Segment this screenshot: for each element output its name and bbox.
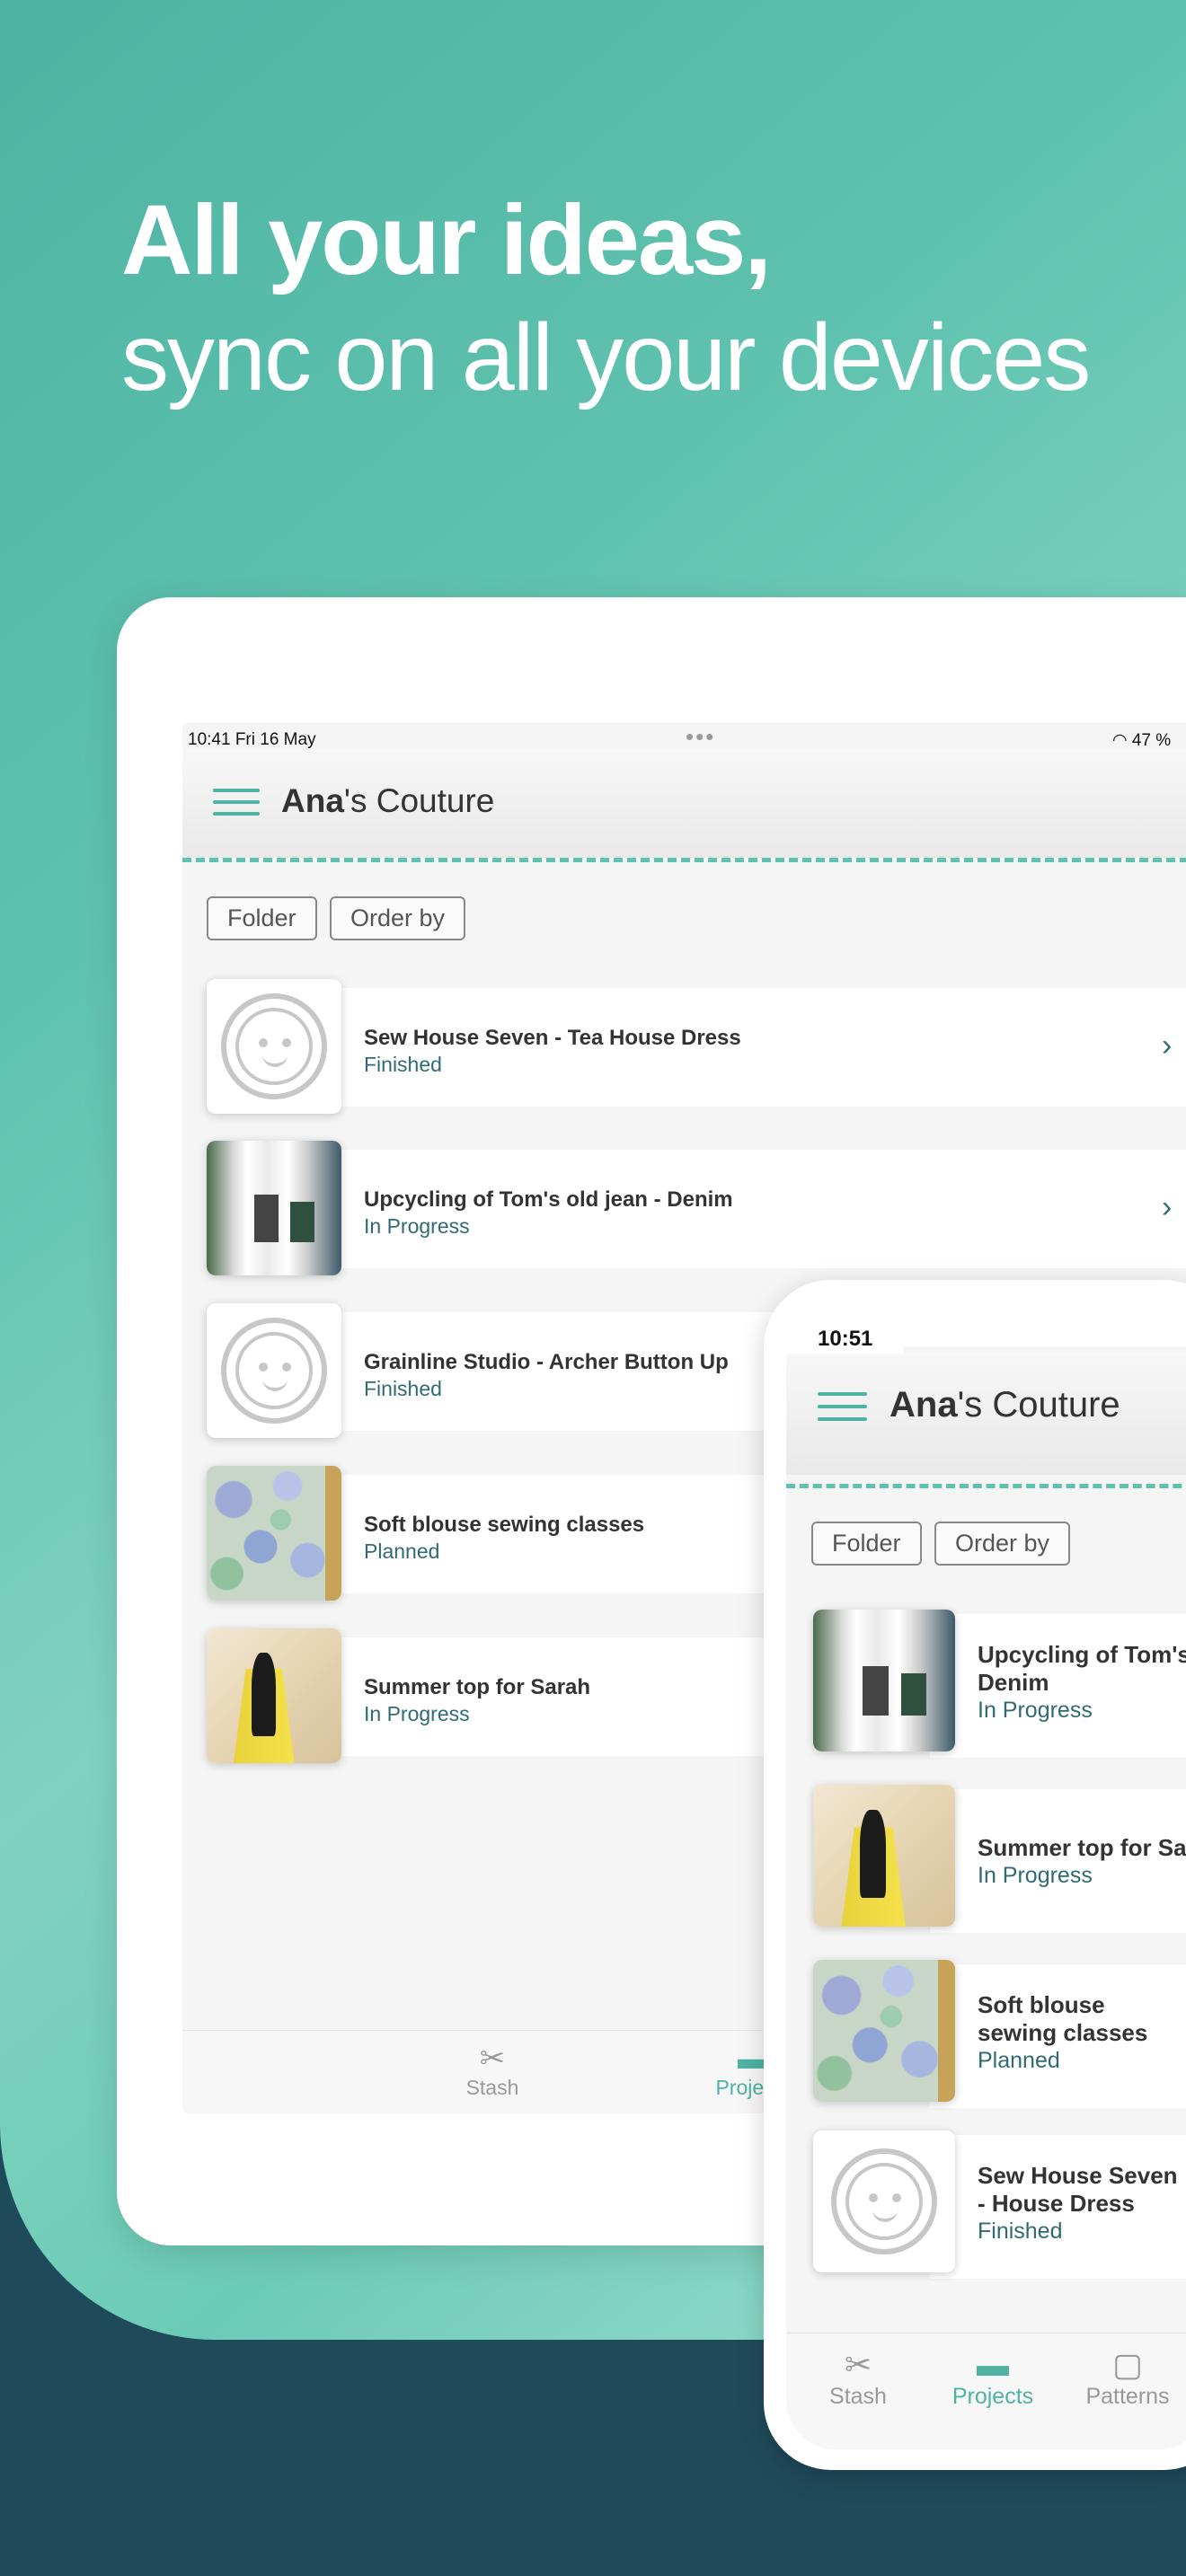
phone-status-time: 10:51 xyxy=(818,1327,873,1351)
project-status: Finished xyxy=(364,1377,442,1400)
nav-stash[interactable]: ✂ Stash xyxy=(429,2042,555,2100)
dashed-divider xyxy=(182,858,1186,862)
document-icon: ▢ xyxy=(1111,2346,1143,2383)
app-bar: Ana's Couture xyxy=(182,750,1186,858)
project-status: Planned xyxy=(978,2048,1060,2073)
project-status: In Progress xyxy=(978,1863,1093,1888)
filter-chips: Folder Order by xyxy=(207,896,474,940)
chevron-right-icon[interactable]: › xyxy=(1162,1028,1172,1063)
project-title: Sew House Seven - Tea House Dress xyxy=(364,1026,741,1050)
phone-notch xyxy=(903,1300,1186,1346)
app-title: Ana's Couture xyxy=(281,782,494,820)
project-title: Soft blouse sewing classes xyxy=(364,1513,645,1537)
app-title-bold: Ana xyxy=(890,1385,958,1425)
project-status: Planned xyxy=(364,1539,440,1563)
hamburger-menu-icon[interactable] xyxy=(818,1392,867,1421)
scissors-icon: ✂ xyxy=(844,2346,872,2383)
headline-line1: All your ideas, xyxy=(121,185,772,296)
project-thumbnail-image xyxy=(207,1466,341,1601)
project-status: Finished xyxy=(978,2219,1063,2244)
project-thumbnail-image xyxy=(813,1785,955,1927)
multitasking-dots-icon[interactable]: ••• xyxy=(686,723,715,751)
project-thumbnail-placeholder-icon xyxy=(207,1303,341,1438)
hamburger-menu-icon[interactable] xyxy=(213,789,260,816)
project-thumbnail-image xyxy=(813,1960,955,2102)
project-status: In Progress xyxy=(364,1214,470,1238)
project-title: Upcycling of Tom's old jean - Denim xyxy=(364,1187,733,1212)
project-row[interactable]: Soft blouse sewing classes Planned xyxy=(786,1960,1186,2108)
project-title: Upcycling of Tom's jean - Denim xyxy=(978,1641,1186,1696)
bottom-nav: ✂ Stash ▬ Projects ▢ Patterns xyxy=(786,2333,1186,2449)
app-title-rest: 's Couture xyxy=(343,782,495,819)
nav-stash-label: Stash xyxy=(829,2384,887,2409)
wifi-icon: ◠ xyxy=(1112,731,1132,750)
nav-patterns-label: Patterns xyxy=(1085,2384,1170,2409)
project-row[interactable]: Upcycling of Tom's jean - Denim In Progr… xyxy=(786,1610,1186,1758)
folder-icon: ▬ xyxy=(977,2346,1009,2383)
project-title: Soft blouse sewing classes xyxy=(978,1991,1148,2046)
status-time: 10:41 Fri 16 May xyxy=(188,730,316,749)
project-title: Summer top for Sa xyxy=(978,1834,1186,1861)
nav-stash-label: Stash xyxy=(465,2076,519,2099)
project-title: Grainline Studio - Archer Button Up xyxy=(364,1350,729,1374)
project-title: Sew House Seven - House Dress xyxy=(978,2162,1178,2217)
order-by-button[interactable]: Order by xyxy=(934,1522,1071,1566)
app-title-bold: Ana xyxy=(281,782,344,819)
nav-stash[interactable]: ✂ Stash xyxy=(800,2346,916,2410)
phone-screen: 10:51 Ana's Couture Folder Order by Upcy… xyxy=(786,1300,1186,2449)
app-title-rest: 's Couture xyxy=(957,1385,1120,1425)
project-status: In Progress xyxy=(364,1702,470,1725)
nav-projects-label: Projects xyxy=(951,2384,1034,2409)
project-status: Finished xyxy=(364,1053,442,1076)
headline: All your ideas, sync on all your devices xyxy=(121,184,1091,414)
filter-chips: Folder Order by xyxy=(811,1522,1079,1566)
project-thumbnail-image xyxy=(813,1610,955,1751)
project-status: In Progress xyxy=(978,1698,1093,1723)
app-title: Ana's Couture xyxy=(890,1385,1120,1425)
project-row[interactable]: Upcycling of Tom's old jean - Denim In P… xyxy=(182,1141,1186,1275)
battery-indicator: ◠ 47 % xyxy=(1112,730,1171,751)
folder-button[interactable]: Folder xyxy=(811,1522,922,1566)
project-thumbnail-image xyxy=(207,1628,341,1763)
project-row[interactable]: Sew House Seven - Tea House Dress Finish… xyxy=(182,979,1186,1114)
nav-projects[interactable]: ▬ Projects xyxy=(934,2346,1051,2410)
battery-level: 47 % xyxy=(1131,731,1172,750)
project-row[interactable]: Summer top for Sa In Progress xyxy=(786,1785,1186,1933)
project-row[interactable]: Sew House Seven - House Dress Finished xyxy=(786,2130,1186,2279)
chevron-right-icon[interactable]: › xyxy=(1162,1190,1172,1225)
dashed-divider xyxy=(786,1484,1186,1488)
project-thumbnail-image xyxy=(207,1141,341,1275)
folder-button[interactable]: Folder xyxy=(207,896,317,940)
order-by-button[interactable]: Order by xyxy=(329,896,466,940)
project-thumbnail-placeholder-icon xyxy=(207,979,341,1114)
status-bar: 10:41 Fri 16 May ••• ◠ 47 % xyxy=(182,723,1186,750)
scissors-icon: ✂ xyxy=(479,2042,506,2076)
project-thumbnail-placeholder-icon xyxy=(813,2130,955,2272)
nav-patterns[interactable]: ▢ Patterns xyxy=(1069,2346,1186,2410)
headline-line2: sync on all your devices xyxy=(121,304,1091,410)
project-title: Summer top for Sarah xyxy=(364,1675,591,1699)
